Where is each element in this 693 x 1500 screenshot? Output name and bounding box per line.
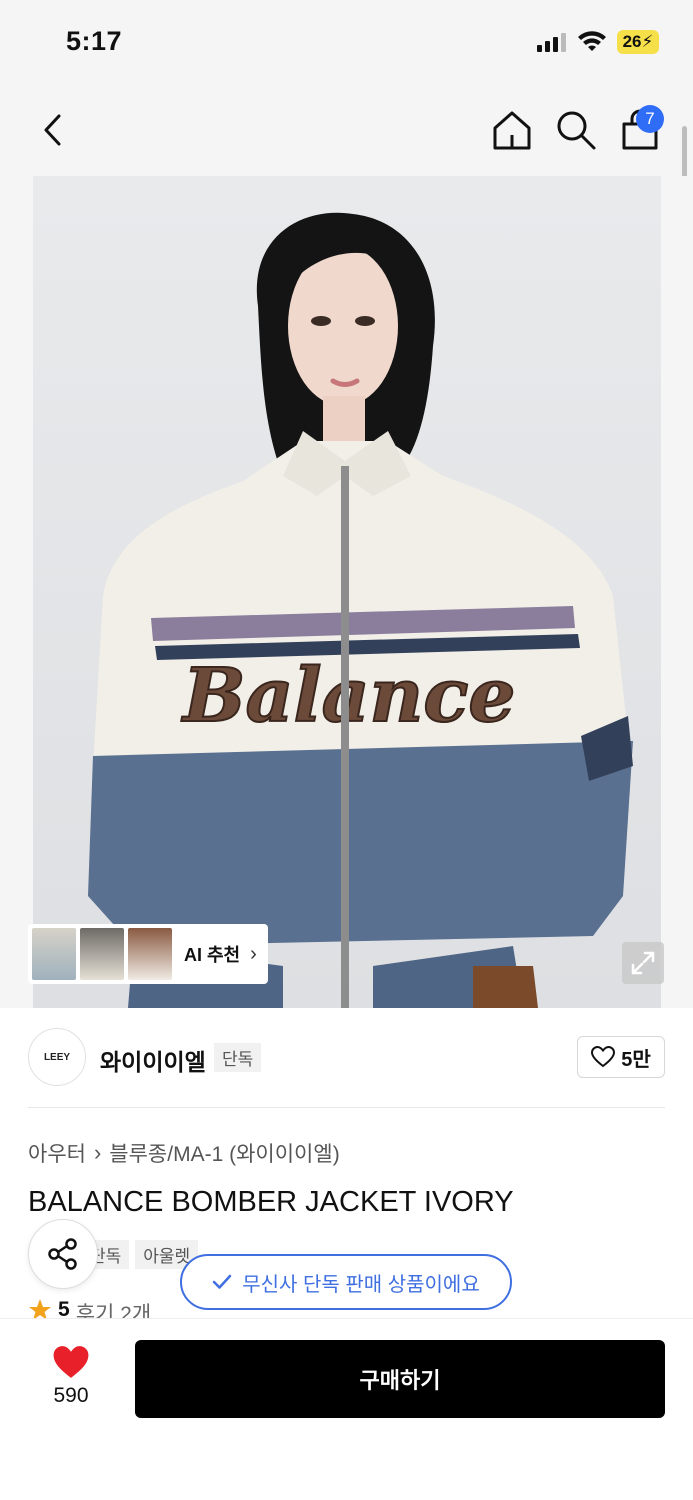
product-tags: 단독 아울렛 (82, 1240, 199, 1269)
brand-exclusive-tag: 단독 (214, 1043, 262, 1072)
recommendation-thumb[interactable] (32, 928, 76, 980)
buy-button[interactable]: 구매하기 (135, 1340, 665, 1418)
chevron-right-icon: › (93, 1140, 102, 1165)
product-title: BALANCE BOMBER JACKET IVORY (28, 1186, 514, 1218)
status-indicators: 26 ⚡ (537, 30, 659, 54)
wishlist-button[interactable] (52, 1344, 90, 1380)
breadcrumb: 아우터 › 블루종/MA-1 (와이이이엘) (28, 1138, 340, 1168)
share-button[interactable] (28, 1219, 98, 1289)
search-icon (557, 111, 596, 150)
expand-image-button[interactable] (622, 942, 664, 984)
signal-icon (537, 33, 566, 52)
exclusive-notice: 무신사 단독 판매 상품이에요 (180, 1254, 512, 1310)
chevron-left-icon (44, 114, 61, 146)
ai-recommendation-button[interactable]: AI 추천 › (28, 924, 268, 984)
status-time: 5:17 (66, 26, 123, 56)
divider (28, 1107, 665, 1108)
cart-count-badge: 7 (636, 105, 664, 133)
wifi-icon (578, 31, 606, 51)
chevron-right-icon: › (250, 942, 257, 965)
exclusive-notice-text: 무신사 단독 판매 상품이에요 (242, 1273, 480, 1296)
brand-like-button[interactable]: 5만 (577, 1036, 665, 1078)
brand-logo[interactable]: LEEY (28, 1028, 86, 1086)
battery-level: 26 (622, 32, 642, 51)
home-icon (493, 111, 531, 150)
breadcrumb-subcategory[interactable]: 블루종/MA-1 (와이이이엘) (109, 1138, 339, 1168)
brand-name[interactable]: 와이이이엘 (100, 1043, 206, 1077)
home-button[interactable] (490, 108, 534, 152)
product-image[interactable]: Balance (33, 176, 661, 1008)
wishlist-count: 590 (53, 1384, 89, 1407)
ai-recommendation-label: AI 추천 (184, 945, 241, 965)
brand-row: LEEY 와이이이엘 단독 5만 (28, 1028, 665, 1088)
heart-filled-icon (53, 1346, 89, 1378)
battery-icon: 26 ⚡ (617, 30, 659, 54)
product-photo-illustration: Balance (88, 212, 633, 1008)
recommendation-thumb[interactable] (80, 928, 124, 980)
share-icon (48, 1238, 77, 1270)
expand-icon (631, 951, 655, 975)
brand-like-count: 5만 (621, 1048, 651, 1071)
recommendation-thumb[interactable] (128, 928, 172, 980)
status-bar: 5:17 26 ⚡ (0, 0, 693, 88)
check-icon (213, 1274, 232, 1289)
back-button[interactable] (30, 108, 74, 152)
heart-outline-icon (591, 1046, 616, 1068)
breadcrumb-category[interactable]: 아우터 (28, 1138, 86, 1168)
search-button[interactable] (554, 108, 598, 152)
